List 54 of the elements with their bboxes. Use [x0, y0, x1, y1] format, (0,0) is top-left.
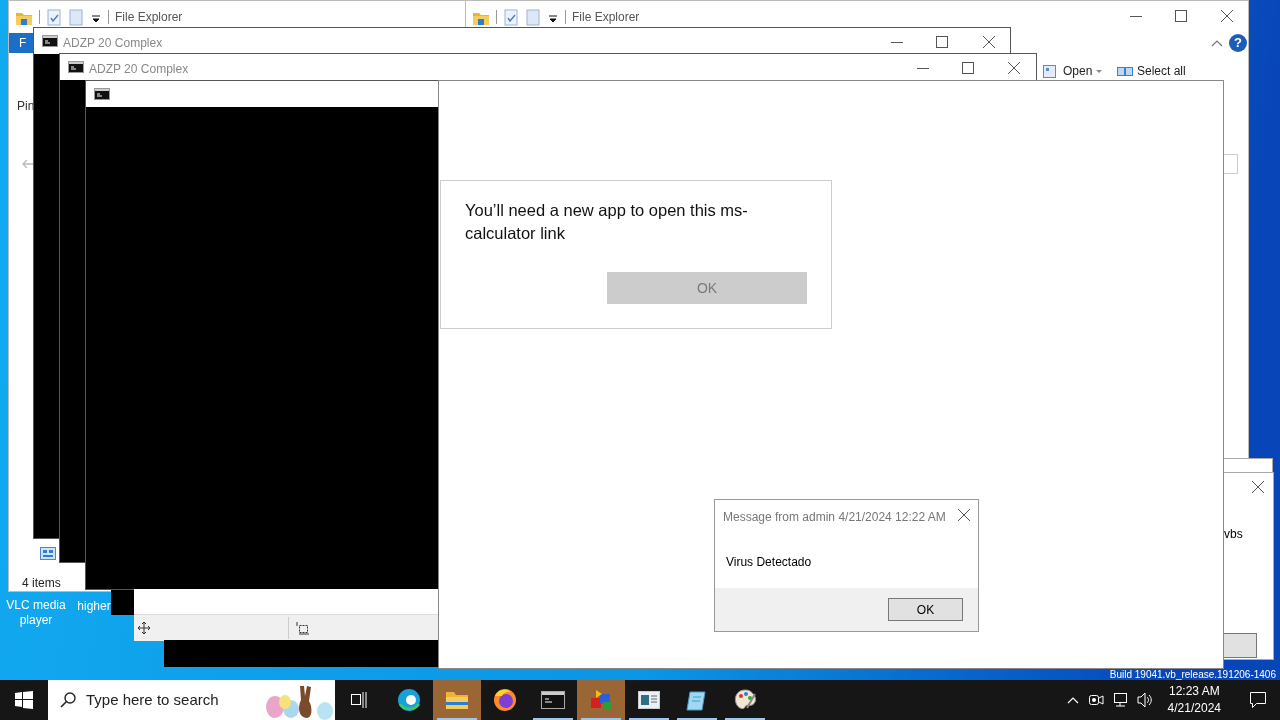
open-icon [1043, 64, 1059, 78]
dialog-message: You’ll need a new app to open this ms-calculator link [465, 200, 749, 244]
firefox-icon [493, 688, 517, 712]
close-button[interactable] [1252, 481, 1264, 493]
window-title: ADZP 20 Complex [63, 35, 163, 52]
build-text: Build 19041.vb_release.191206-1406 [1109, 669, 1276, 680]
collapse-ribbon-icon[interactable] [1211, 39, 1223, 48]
ok-button[interactable]: OK [888, 598, 963, 621]
dialog-text: vbs [1224, 526, 1243, 543]
console-icon [42, 35, 58, 47]
maximize-button[interactable] [936, 36, 948, 48]
maximize-button[interactable] [1175, 10, 1187, 22]
boxes-icon [589, 688, 613, 712]
close-button[interactable] [983, 36, 995, 48]
clock-time[interactable]: 12:23 AM [1167, 683, 1221, 700]
close-button[interactable] [958, 509, 970, 521]
clock-date[interactable]: 4/21/2024 [1167, 700, 1221, 717]
search-field[interactable]: Type here to search [86, 688, 246, 712]
message-text: Virus Detectado [726, 554, 812, 571]
select-all-button[interactable]: Select all [1117, 62, 1186, 80]
window-title: Message from admin 4/21/2024 12:22 AM [723, 509, 946, 526]
task-view-icon [351, 691, 367, 709]
window-icon [637, 688, 661, 712]
search-bar[interactable]: Type here to search [48, 680, 335, 720]
select-all-icon [1117, 64, 1133, 78]
status-text: 4 items [22, 575, 61, 592]
details-view-icon[interactable] [40, 547, 56, 560]
close-button[interactable] [1221, 10, 1233, 22]
properties-icon[interactable] [46, 8, 62, 26]
notification-icon [1249, 691, 1267, 709]
maximize-button[interactable] [962, 62, 974, 74]
console-icon [68, 61, 84, 73]
back-icon[interactable] [21, 158, 35, 170]
close-button[interactable] [1008, 62, 1020, 74]
crop-icon[interactable] [296, 622, 310, 635]
edge-icon [397, 688, 421, 712]
network-icon[interactable] [1112, 692, 1128, 708]
file-tab[interactable]: F [9, 33, 35, 53]
properties-icon[interactable] [503, 8, 519, 26]
window-title: File Explorer [572, 9, 640, 26]
windows-logo-icon [15, 691, 33, 709]
console-icon [541, 688, 565, 712]
volume-icon[interactable] [1136, 692, 1153, 708]
show-hidden-icons-icon[interactable] [1066, 695, 1079, 705]
open-button[interactable]: Open [1043, 62, 1103, 80]
notepad-icon [685, 688, 709, 712]
palette-icon [733, 688, 757, 712]
window-title: File Explorer [115, 9, 183, 26]
search-icon [60, 692, 76, 708]
console-icon [94, 88, 110, 100]
help-button[interactable]: ? [1229, 34, 1247, 52]
move-icon[interactable] [138, 622, 150, 634]
window-title: ADZP 20 Complex [89, 61, 189, 78]
camera-icon[interactable] [1087, 692, 1104, 708]
